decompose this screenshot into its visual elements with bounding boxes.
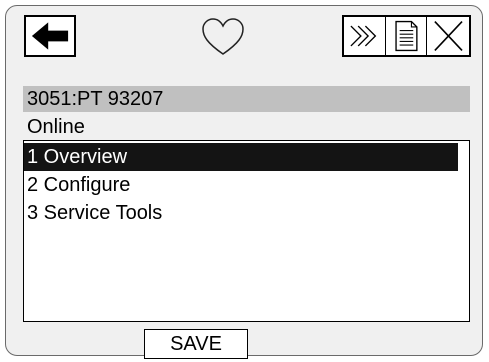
close-x-icon bbox=[434, 20, 463, 52]
device-status: Online bbox=[27, 116, 85, 138]
menu-list: 1 Overview 2 Configure 3 Service Tools bbox=[23, 140, 470, 322]
device-tag-header: 3051:PT 93207 bbox=[23, 86, 470, 112]
triple-chevron-right-icon bbox=[350, 25, 377, 47]
menu-item-service-tools[interactable]: 3 Service Tools bbox=[24, 199, 458, 227]
back-button[interactable] bbox=[24, 15, 76, 57]
close-button[interactable] bbox=[426, 15, 471, 57]
heart-outline-icon bbox=[202, 18, 244, 55]
back-arrow-icon bbox=[31, 22, 69, 50]
save-button[interactable]: SAVE bbox=[144, 329, 248, 359]
menu-item-overview[interactable]: 1 Overview bbox=[24, 143, 458, 171]
menu-item-configure[interactable]: 2 Configure bbox=[24, 171, 458, 199]
document-icon bbox=[395, 20, 418, 52]
more-button[interactable] bbox=[342, 15, 386, 57]
document-button[interactable] bbox=[385, 15, 427, 57]
favorite-button[interactable] bbox=[199, 16, 247, 58]
